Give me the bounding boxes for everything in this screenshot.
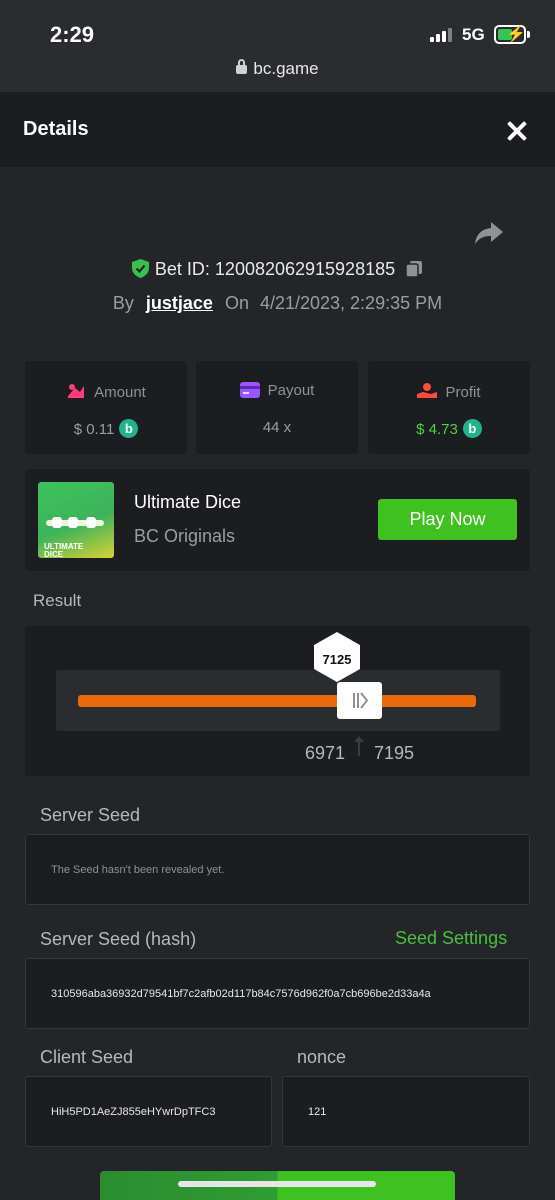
server-seed-field: The Seed hasn't been revealed yet.	[25, 834, 530, 905]
client-seed-value: HiH5PD1AeZJ855eHYwrDpTFC3	[51, 1106, 216, 1118]
url-text: bc.game	[253, 59, 319, 78]
username-link[interactable]: justjace	[146, 293, 213, 313]
payout-label: Payout	[267, 382, 315, 399]
result-panel	[25, 626, 530, 776]
shield-check-icon	[131, 259, 149, 278]
profit-icon	[417, 383, 438, 398]
seed-settings-link[interactable]: Seed Settings	[395, 928, 507, 949]
bc-coin-icon	[119, 419, 139, 438]
address-bar[interactable]: bc.game	[0, 59, 555, 79]
range-high: 7195	[374, 743, 415, 763]
bet-datetime: 4/21/2023, 2:29:35 PM	[259, 293, 443, 313]
thumb-text-2: DICE	[44, 550, 64, 559]
bc-coin-icon	[462, 419, 482, 438]
profit-label: Profit	[445, 384, 481, 401]
game-thumbnail[interactable]: ULTIMATE DICE	[38, 482, 114, 558]
bet-id-label: Bet ID:	[154, 259, 210, 279]
server-seed-label: Server Seed	[40, 805, 141, 825]
lock-icon	[236, 59, 248, 74]
payout-card: Payout 44 x	[196, 361, 358, 454]
signal-icon	[430, 26, 452, 42]
result-track	[56, 670, 500, 731]
battery-icon: ⚡	[494, 25, 526, 44]
server-hash-field[interactable]: 310596aba36932d79541bf7c2afb02d117b84c75…	[25, 958, 530, 1029]
server-hash-value: 310596aba36932d79541bf7c2afb02d117b84c75…	[51, 988, 431, 1000]
amount-icon	[68, 384, 85, 398]
bet-id-line: Bet ID: 120082062915928185	[0, 259, 555, 280]
result-title: Result	[33, 591, 82, 610]
server-hash-label: Server Seed (hash)	[40, 929, 197, 949]
amount-card: Amount $ 0.11	[25, 361, 187, 454]
server-seed-value: The Seed hasn't been revealed yet.	[51, 864, 225, 876]
bet-byline: By justjace On 4/21/2023, 2:29:35 PM	[0, 293, 555, 314]
bet-id-value: 120082062915928185	[214, 259, 396, 279]
status-bar: 2:29 5G ⚡ bc.game	[0, 0, 555, 92]
nonce-label: nonce	[297, 1047, 347, 1067]
result-value: 7125	[322, 652, 352, 667]
on-label: On	[224, 293, 249, 313]
page-title: Details	[23, 118, 89, 140]
game-provider: BC Originals	[134, 526, 236, 546]
nonce-value: 121	[308, 1106, 327, 1118]
slider-grip-icon	[353, 692, 368, 709]
details-header: Details	[0, 92, 555, 167]
game-name: Ultimate Dice	[134, 492, 242, 512]
nonce-field[interactable]: 121	[282, 1076, 530, 1147]
payout-card-icon	[239, 382, 260, 398]
payout-value: 44 x	[262, 419, 292, 436]
copy-icon[interactable]	[405, 260, 423, 278]
client-seed-field[interactable]: HiH5PD1AeZJ855eHYwrDpTFC3	[25, 1076, 272, 1147]
by-label: By	[112, 293, 134, 313]
slider-handle[interactable]	[337, 682, 382, 719]
range-low: 6971	[305, 743, 346, 763]
client-seed-label: Client Seed	[40, 1047, 134, 1067]
amount-label: Amount	[94, 384, 146, 401]
home-indicator	[178, 1181, 376, 1187]
amount-value: $ 0.11	[73, 421, 115, 438]
share-icon[interactable]	[474, 220, 504, 246]
close-icon[interactable]	[504, 118, 530, 144]
play-now-button[interactable]: Play Now	[378, 499, 517, 540]
network-type: 5G	[462, 25, 485, 44]
profit-value: $ 4.73	[416, 421, 458, 438]
up-arrow-icon	[354, 736, 364, 756]
game-card: ULTIMATE DICE Ultimate Dice BC Originals …	[25, 469, 530, 571]
profit-card: Profit $ 4.73	[368, 361, 530, 454]
result-range-bar	[78, 695, 476, 707]
battery-tip	[527, 31, 530, 38]
status-time: 2:29	[50, 22, 95, 47]
